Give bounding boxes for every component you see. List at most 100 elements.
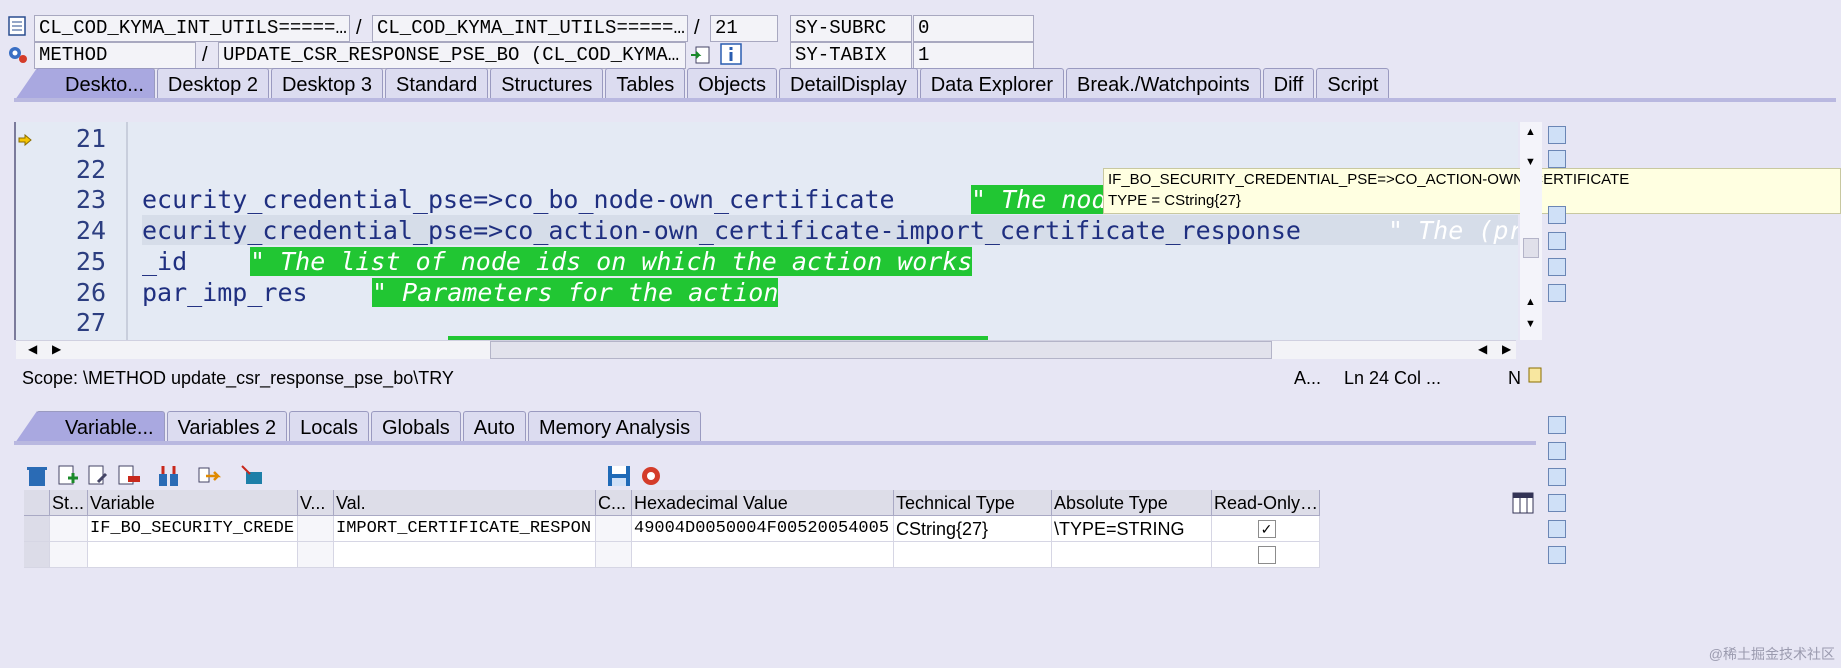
desktop-tab[interactable]: Deskto... (15, 68, 155, 100)
cell-value[interactable]: IMPORT_CERTIFICATE_RESPON (334, 516, 596, 542)
code-line[interactable]: _id (142, 247, 187, 276)
column-header[interactable]: Variable (88, 490, 298, 516)
cell-variable[interactable] (88, 542, 298, 568)
side-tool-icon[interactable] (1548, 206, 1566, 224)
editor-vertical-scrollbar[interactable]: ▲ ▼ ▲ ▼ (1520, 122, 1542, 340)
event-field[interactable]: UPDATE_CSR_RESPONSE_PSE_BO (CL_COD_KYMA_… (218, 42, 686, 69)
cell-absolute-type[interactable] (1052, 542, 1212, 568)
program-field[interactable]: CL_COD_KYMA_INT_UTILS======== (34, 15, 350, 42)
row-selector[interactable] (24, 516, 50, 542)
cell-v[interactable] (298, 516, 334, 542)
cell-value[interactable] (334, 542, 596, 568)
grid-layout-icon[interactable] (1512, 492, 1534, 514)
delete-icon[interactable] (24, 464, 50, 488)
side-tool-icon[interactable] (1548, 258, 1566, 276)
scroll-right-icon[interactable]: ▶ (1502, 342, 1511, 356)
cell-technical-type[interactable]: CString{27} (894, 516, 1052, 542)
scroll-right-icon[interactable]: ▶ (52, 342, 61, 356)
column-header[interactable]: Technical Type (894, 490, 1052, 516)
variable-tab[interactable]: Variables 2 (166, 411, 288, 443)
table-row[interactable]: IF_BO_SECURITY_CREDE IMPORT_CERTIFICATE_R… (24, 516, 1320, 542)
desktop-tab[interactable]: Desktop 3 (270, 68, 384, 100)
include-field[interactable]: CL_COD_KYMA_INT_UTILS======== (372, 15, 688, 42)
scroll-down-icon[interactable]: ▼ (1525, 156, 1536, 168)
desktop-tab[interactable]: Tables (605, 68, 686, 100)
line-field[interactable]: 21 (710, 15, 778, 42)
side-tool-icon[interactable] (1548, 494, 1566, 512)
transfer-icon[interactable] (196, 464, 222, 488)
column-header[interactable]: St... (50, 490, 88, 516)
desktop-tab[interactable]: Desktop 2 (156, 68, 269, 100)
scroll-thumb[interactable] (490, 341, 1272, 359)
scroll-up-icon[interactable]: ▲ (1525, 296, 1536, 308)
row-selector-header[interactable] (24, 490, 50, 516)
read-only-checkbox[interactable]: ✓ (1257, 519, 1276, 538)
side-tool-icon[interactable] (1548, 232, 1566, 250)
column-header[interactable]: Read-Only ... (1212, 490, 1320, 516)
table-row[interactable] (24, 542, 1320, 568)
side-tool-icon[interactable] (1548, 520, 1566, 538)
notepad-icon[interactable] (1527, 366, 1543, 384)
edit-variable-icon[interactable] (86, 464, 112, 488)
desktop-tab[interactable]: DetailDisplay (779, 68, 918, 100)
read-only-checkbox[interactable] (1257, 545, 1276, 564)
side-tool-icon[interactable] (1548, 442, 1566, 460)
variable-tab[interactable]: Locals (289, 411, 369, 443)
column-header[interactable]: C... (596, 490, 632, 516)
cell-hex[interactable]: 49004D0050004F00520054005 (632, 516, 894, 542)
navigate-icon[interactable] (690, 44, 712, 66)
side-tool-icon[interactable] (1548, 150, 1566, 168)
side-tool-icon[interactable] (1548, 284, 1566, 302)
desktop-tab[interactable]: Data Explorer (919, 68, 1064, 100)
variable-tab[interactable]: Variable... (15, 411, 165, 443)
pointer-icon[interactable] (240, 464, 266, 488)
cell-c[interactable] (596, 516, 632, 542)
cell-status[interactable] (50, 542, 88, 568)
scroll-left-icon[interactable]: ◀ (28, 342, 37, 356)
variable-tab[interactable]: Globals (370, 411, 461, 443)
cell-status[interactable] (50, 516, 88, 542)
desktop-tab[interactable]: Diff (1262, 68, 1315, 100)
code-line[interactable]: par_imp_res (142, 278, 308, 307)
side-tool-icon[interactable] (1548, 416, 1566, 434)
event-type-field[interactable]: METHOD (34, 42, 196, 69)
side-tool-icon[interactable] (1548, 468, 1566, 486)
desktop-tab[interactable]: Script (1316, 68, 1390, 100)
side-tool-icon[interactable] (1548, 126, 1566, 144)
scroll-down-icon[interactable]: ▼ (1525, 318, 1536, 330)
column-header[interactable]: Val. (334, 490, 596, 516)
cell-variable[interactable]: IF_BO_SECURITY_CREDE (88, 516, 298, 542)
sysvar1-value-field[interactable]: 0 (913, 15, 1034, 42)
cell-v[interactable] (298, 542, 334, 568)
variable-tab[interactable]: Auto (462, 411, 526, 443)
row-selector[interactable] (24, 542, 50, 568)
save-icon[interactable] (606, 464, 632, 488)
variable-tab[interactable]: Memory Analysis (527, 411, 702, 443)
column-header[interactable]: V... (298, 490, 334, 516)
source-editor[interactable]: 21 22 23 ecurity_credential_pse=>co_bo_node… (14, 122, 1518, 340)
cell-absolute-type[interactable]: \TYPE=STRING (1052, 516, 1212, 542)
desktop-tab[interactable]: Objects (687, 68, 777, 100)
sysvar2-value-field[interactable]: 1 (913, 42, 1034, 69)
desktop-tab[interactable]: Structures (490, 68, 604, 100)
desktop-tab[interactable]: Standard (385, 68, 489, 100)
scroll-thumb[interactable] (1523, 238, 1539, 258)
new-variable-icon[interactable] (56, 464, 82, 488)
side-tool-icon[interactable] (1548, 546, 1566, 564)
column-header[interactable]: Absolute Type (1052, 490, 1212, 516)
cell-c[interactable] (596, 542, 632, 568)
code-line[interactable]: ecurity_credential_pse=>co_action-own_ce… (142, 216, 1301, 245)
scroll-up-icon[interactable]: ▲ (1525, 126, 1536, 138)
editor-horizontal-scrollbar[interactable]: ◀ ▶ ◀ ▶ (16, 340, 1516, 359)
cell-technical-type[interactable] (894, 542, 1052, 568)
cell-hex[interactable] (632, 542, 894, 568)
desktop-tab[interactable]: Break./Watchpoints (1066, 68, 1261, 100)
remove-variable-icon[interactable] (116, 464, 142, 488)
scroll-left-icon[interactable]: ◀ (1478, 342, 1487, 356)
info-icon[interactable] (720, 43, 742, 65)
sysvar1-name-field[interactable]: SY-SUBRC (790, 15, 912, 42)
sysvar2-name-field[interactable]: SY-TABIX (790, 42, 912, 69)
sort-icon[interactable] (156, 464, 182, 488)
column-header[interactable]: Hexadecimal Value (632, 490, 894, 516)
settings-icon[interactable] (638, 464, 664, 488)
